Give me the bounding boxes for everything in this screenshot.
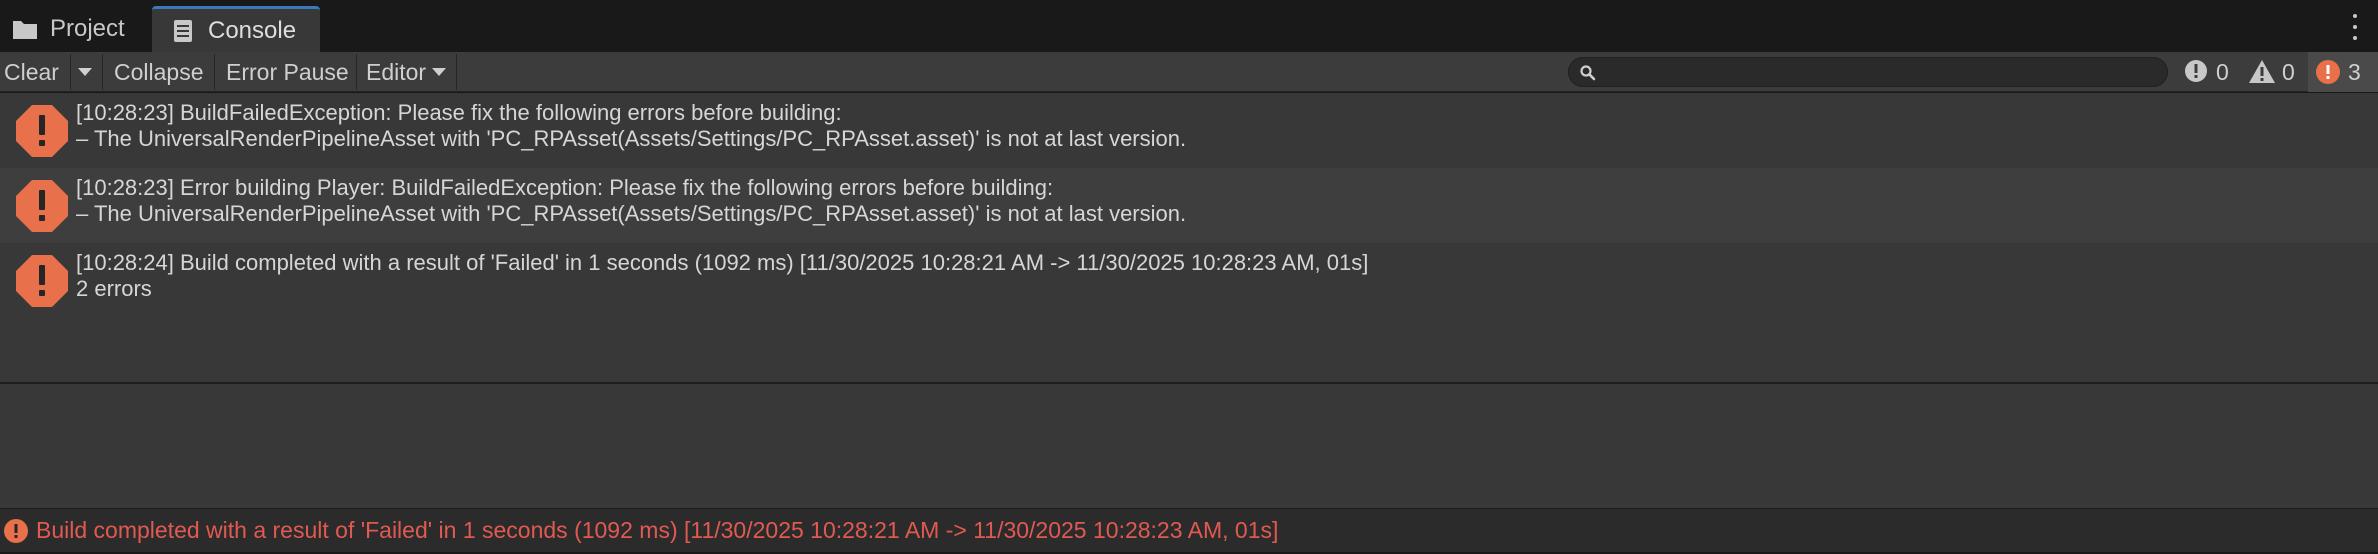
clear-button[interactable]: Clear: [0, 52, 67, 92]
error-icon: [16, 255, 68, 307]
folder-icon: [12, 18, 38, 40]
tab-project-label: Project: [50, 15, 125, 42]
status-message: Build completed with a result of 'Failed…: [36, 517, 1279, 543]
chevron-down-icon: [78, 68, 92, 76]
warning-toggle[interactable]: 0: [2242, 52, 2301, 92]
error-pause-button[interactable]: Error Pause: [218, 52, 357, 92]
status-bar[interactable]: Build completed with a result of 'Failed…: [0, 508, 2378, 552]
log-entry[interactable]: [10:28:24] Build completed with a result…: [0, 243, 2378, 318]
error-count: 3: [2348, 58, 2361, 85]
info-count: 0: [2216, 58, 2229, 85]
collapse-button[interactable]: Collapse: [106, 52, 212, 92]
warning-icon: [2249, 60, 2275, 83]
editor-dropdown[interactable]: Editor: [358, 52, 454, 92]
tab-project[interactable]: Project: [12, 6, 125, 52]
clear-button-label: Clear: [4, 58, 59, 85]
more-options-icon[interactable]: [2350, 14, 2360, 40]
toolbar-divider: [214, 54, 215, 90]
toolbar-divider: [70, 54, 71, 90]
error-icon: [16, 105, 68, 157]
toolbar-divider: [456, 54, 457, 90]
log-list: [10:28:23] BuildFailedException: Please …: [0, 93, 2378, 383]
error-icon: [2316, 60, 2340, 84]
console-window: Project Console Clear Collapse Error Pau…: [0, 0, 2378, 554]
error-toggle[interactable]: 3: [2308, 52, 2378, 92]
warning-count: 0: [2282, 58, 2295, 85]
info-toggle[interactable]: 0: [2176, 52, 2235, 92]
log-entry-message: [10:28:23] BuildFailedException: Please …: [76, 100, 842, 125]
log-entry-detail: 2 errors: [76, 276, 152, 301]
search-icon: [1580, 65, 1596, 81]
log-entry-detail: – The UniversalRenderPipelineAsset with …: [76, 126, 1187, 151]
console-icon: [170, 19, 196, 42]
editor-dropdown-label: Editor: [366, 58, 427, 85]
toolbar-divider: [356, 54, 357, 90]
collapse-button-label: Collapse: [114, 58, 204, 85]
log-detail-panel: [0, 384, 2378, 508]
search-field[interactable]: [1568, 57, 2168, 87]
log-entry-message: [10:28:23] Error building Player: BuildF…: [76, 175, 1054, 200]
info-message-icon: [2185, 60, 2207, 82]
tab-console-label: Console: [208, 16, 297, 44]
clear-options-dropdown[interactable]: [72, 52, 100, 92]
tab-bar: Project Console: [0, 0, 2378, 52]
error-icon: [4, 518, 28, 543]
console-toolbar: Clear Collapse Error Pause Editor 0 0 3: [0, 52, 2378, 92]
chevron-down-icon: [432, 68, 447, 76]
error-pause-button-label: Error Pause: [226, 58, 349, 85]
search-input[interactable]: [1603, 58, 2153, 86]
log-entry[interactable]: [10:28:23] Error building Player: BuildF…: [0, 168, 2378, 243]
toolbar-divider: [102, 54, 103, 90]
log-entry-message: [10:28:24] Build completed with a result…: [76, 250, 1369, 275]
log-entry-detail: – The UniversalRenderPipelineAsset with …: [76, 201, 1187, 226]
tab-console[interactable]: Console: [152, 6, 320, 52]
log-entry[interactable]: [10:28:23] BuildFailedException: Please …: [0, 93, 2378, 168]
error-icon: [16, 180, 68, 232]
